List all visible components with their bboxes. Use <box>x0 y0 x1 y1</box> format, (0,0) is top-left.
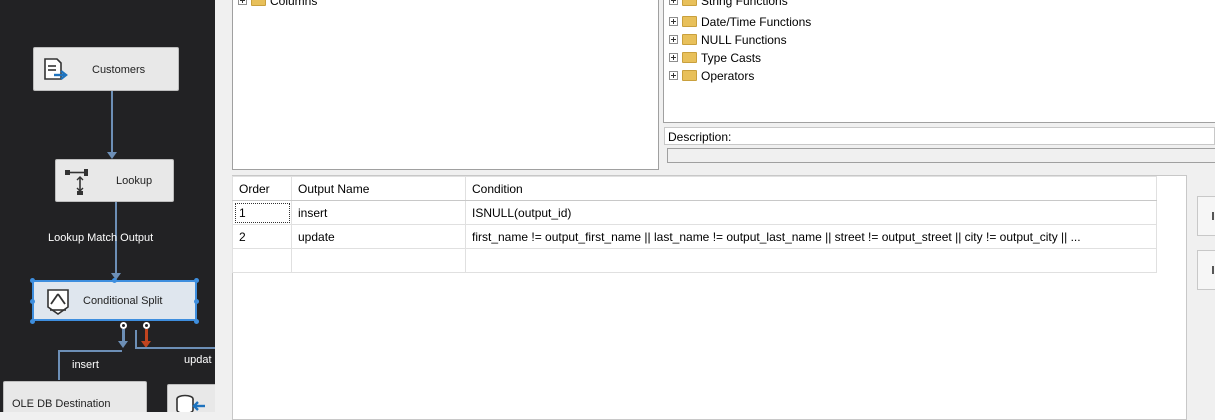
tree-item-string-functions[interactable]: String Functions <box>669 0 788 10</box>
expand-icon[interactable] <box>238 0 247 6</box>
table-row[interactable]: 2 update first_name != output_first_name… <box>232 224 1157 249</box>
insert-path-label[interactable]: insert <box>72 359 99 371</box>
output-connector-icon[interactable] <box>120 322 127 329</box>
ole-db-destination-task[interactable]: OLE DB Destination <box>3 381 147 412</box>
selection-handle[interactable] <box>194 319 199 324</box>
folder-icon <box>682 0 697 7</box>
selection-handle[interactable] <box>194 278 199 283</box>
columns-tree[interactable]: Columns <box>232 0 659 170</box>
customers-source-task[interactable]: Customers <box>33 47 179 91</box>
tree-item-operators[interactable]: Operators <box>669 68 754 85</box>
expand-icon[interactable] <box>669 53 678 63</box>
cell-output-name[interactable]: update <box>291 224 466 249</box>
lookup-task-label: Lookup <box>116 175 153 187</box>
customers-task-label: Customers <box>92 64 146 76</box>
cell-condition[interactable]: ISNULL(output_id) <box>465 200 1157 225</box>
folder-icon <box>682 34 697 46</box>
cell-order[interactable]: 2 <box>232 224 292 249</box>
conditions-grid[interactable]: Order Output Name Condition 1 insert ISN… <box>232 176 1157 273</box>
table-row[interactable] <box>232 248 1157 273</box>
tree-item-label: NULL Functions <box>701 33 787 47</box>
table-row[interactable]: 1 insert ISNULL(output_id) <box>232 200 1157 225</box>
arrow-down-icon <box>1212 266 1214 274</box>
arrow-up-icon <box>1212 212 1214 220</box>
header-order[interactable]: Order <box>232 176 292 201</box>
conditional-split-task[interactable]: Conditional Split <box>32 280 197 321</box>
path-insert-horizontal[interactable] <box>58 350 122 352</box>
conditional-split-task-label: Conditional Split <box>83 295 163 307</box>
description-label-text: Description: <box>668 130 732 144</box>
cell-condition[interactable] <box>465 248 1157 273</box>
lookup-match-output-label[interactable]: Lookup Match Output <box>48 232 153 244</box>
expand-icon[interactable] <box>669 17 678 27</box>
lookup-task[interactable]: Lookup <box>55 159 174 202</box>
flat-file-source-icon <box>42 57 68 86</box>
selection-handle[interactable] <box>30 299 35 304</box>
description-box <box>667 148 1215 163</box>
arrow-head-icon <box>118 341 128 348</box>
folder-icon <box>251 0 266 7</box>
tree-item-null-functions[interactable]: NULL Functions <box>669 32 787 49</box>
functions-tree[interactable]: String Functions Date/Time Functions NUL… <box>663 0 1215 123</box>
cell-condition[interactable]: first_name != output_first_name || last_… <box>465 224 1157 249</box>
selection-handle[interactable] <box>30 319 35 324</box>
conditional-split-icon <box>46 287 70 318</box>
cell-order[interactable]: 1 <box>232 200 292 225</box>
ole-db-destination-task-label: OLE DB Destination <box>12 398 111 410</box>
folder-icon <box>682 16 697 28</box>
move-down-button[interactable] <box>1197 250 1215 290</box>
folder-icon <box>682 70 697 82</box>
database-destination-icon <box>175 394 207 412</box>
output-connector-icon[interactable] <box>143 322 150 329</box>
update-path-label[interactable]: updat <box>184 354 212 366</box>
second-destination-task[interactable] <box>167 384 215 412</box>
data-flow-canvas[interactable]: Customers Lookup Lookup Match Output Con… <box>0 0 215 412</box>
tree-item-label: String Functions <box>701 0 788 8</box>
cell-output-name[interactable] <box>291 248 466 273</box>
path-insert-vertical[interactable] <box>58 350 60 380</box>
tree-item-label: Columns <box>270 0 318 8</box>
tree-item-type-casts[interactable]: Type Casts <box>669 50 761 67</box>
header-condition[interactable]: Condition <box>465 176 1157 201</box>
arrow-head-icon <box>107 152 117 159</box>
folder-icon <box>682 52 697 64</box>
path-update-horizontal[interactable] <box>135 347 215 349</box>
selection-handle[interactable] <box>112 278 117 283</box>
expand-icon[interactable] <box>669 0 678 6</box>
selection-handle[interactable] <box>30 278 35 283</box>
tree-item-label: Operators <box>701 69 755 83</box>
grid-header-row: Order Output Name Condition <box>232 176 1157 201</box>
tree-item-datetime-functions[interactable]: Date/Time Functions <box>669 14 811 31</box>
move-up-button[interactable] <box>1197 196 1215 236</box>
expand-icon[interactable] <box>669 35 678 45</box>
conditional-split-editor: Columns String Functions Date/Time Funct… <box>215 0 1215 420</box>
tree-item-label: Type Casts <box>701 51 762 65</box>
expand-icon[interactable] <box>669 71 678 81</box>
cell-order[interactable] <box>232 248 292 273</box>
header-output-name[interactable]: Output Name <box>291 176 466 201</box>
cell-output-name[interactable]: insert <box>291 200 466 225</box>
path-update-vertical[interactable] <box>135 330 137 348</box>
tree-item-label: Date/Time Functions <box>701 15 812 29</box>
description-label: Description: <box>664 127 1215 145</box>
lookup-icon <box>64 166 90 199</box>
selection-handle[interactable] <box>194 299 199 304</box>
path-customers-to-lookup[interactable] <box>111 91 113 153</box>
tree-item-columns[interactable]: Columns <box>238 0 317 10</box>
